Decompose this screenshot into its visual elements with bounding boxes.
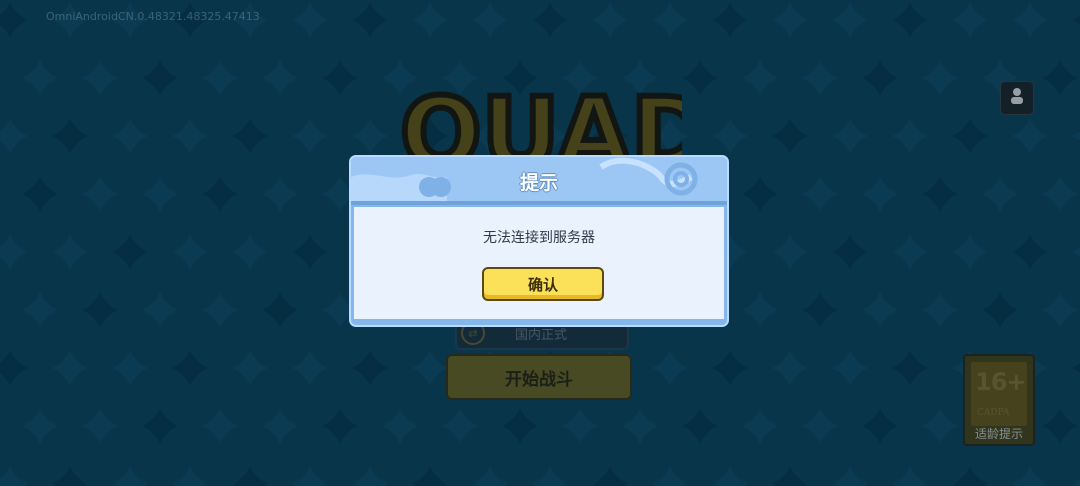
- dialog-body: 无法连接到服务器 确认: [354, 207, 724, 319]
- confirm-button[interactable]: 确认: [482, 267, 604, 301]
- alert-dialog: 提示 无法连接到服务器 确认: [349, 155, 729, 327]
- dialog-title: 提示: [519, 172, 558, 194]
- dialog-message: 无法连接到服务器: [483, 230, 595, 246]
